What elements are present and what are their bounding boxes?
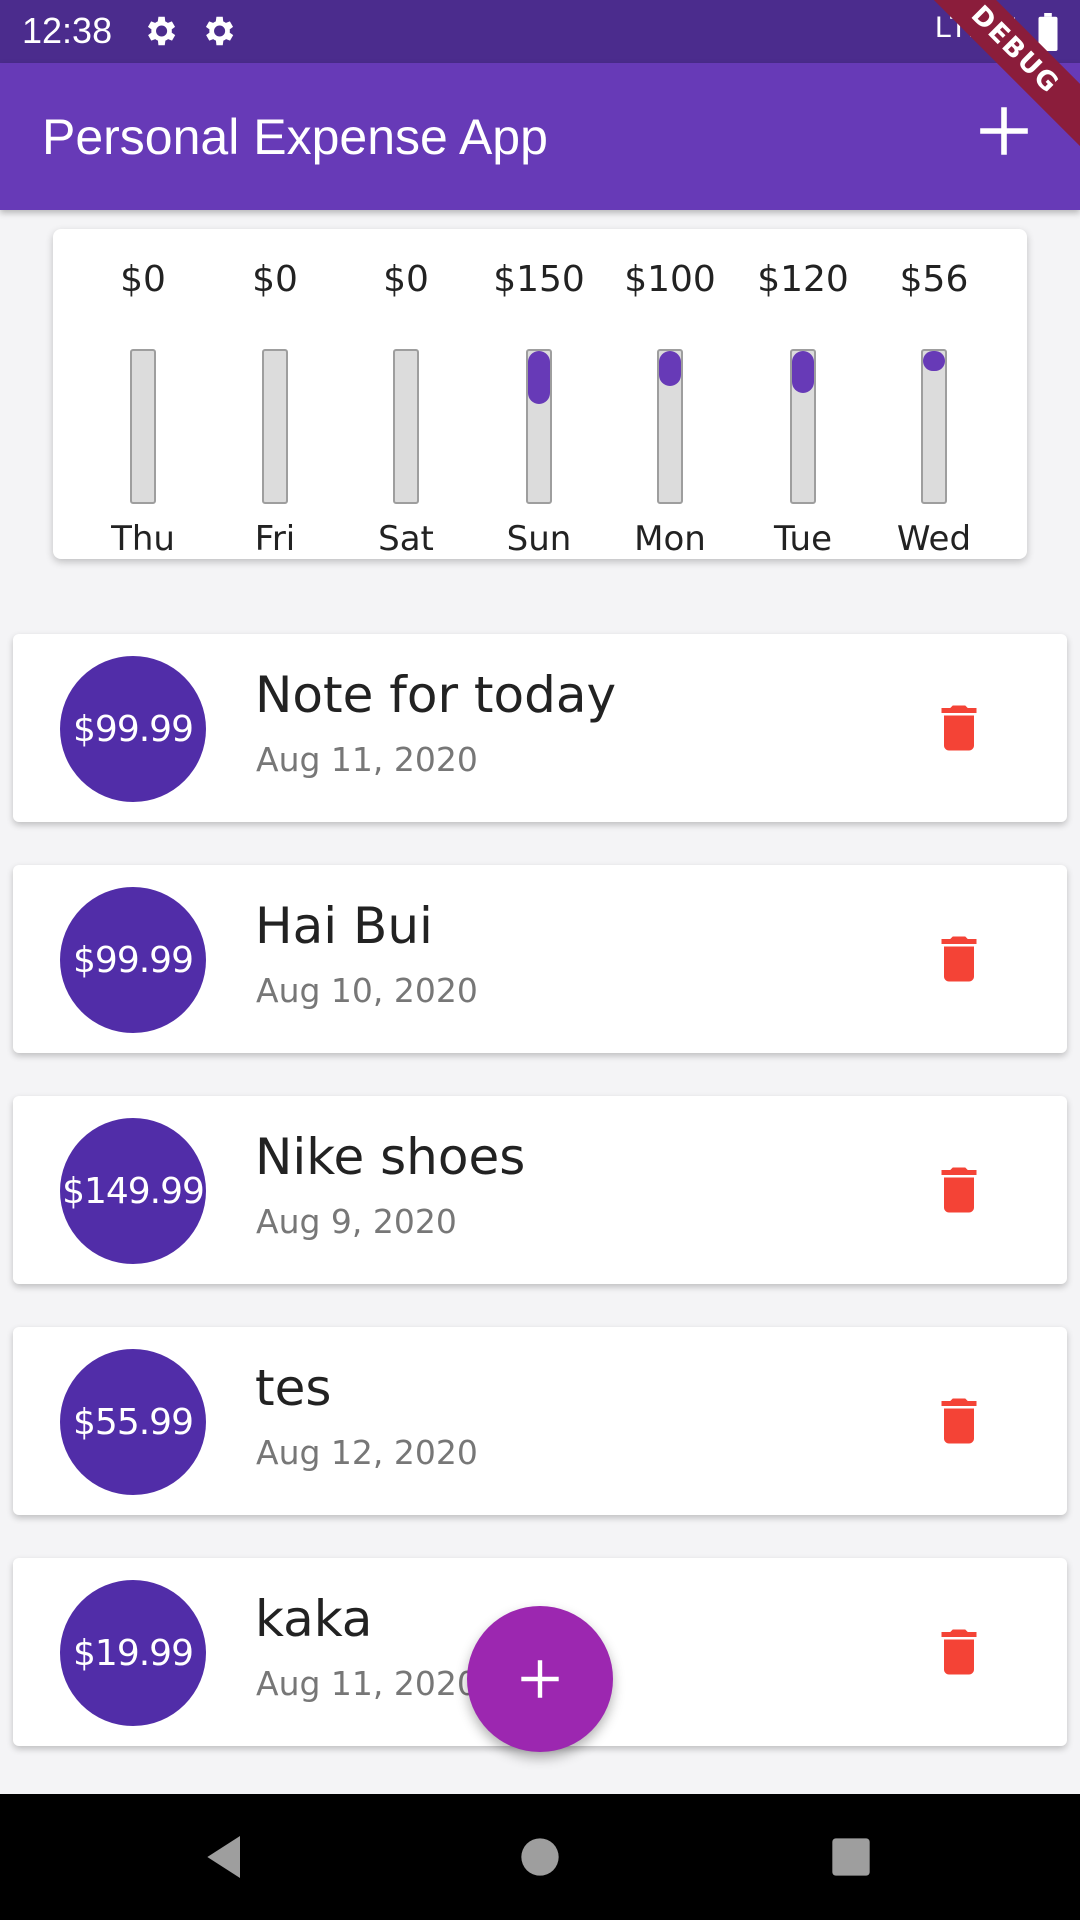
transaction-date: Aug 9, 2020 [256,1202,457,1241]
gear-icon [205,16,234,46]
bar-amount: $0 [120,259,166,300]
transaction-item: $99.99 Note for today Aug 11, 2020 [13,634,1067,822]
bar-amount: $120 [757,259,849,300]
amount-avatar: $99.99 [60,887,206,1033]
bar-day-label: Wed [896,519,972,559]
bar-day-label: Mon [634,519,706,559]
delete-button[interactable] [929,1622,989,1682]
amount-avatar: $19.99 [60,1580,206,1726]
delete-button[interactable] [929,1391,989,1451]
transaction-date: Aug 12, 2020 [256,1433,478,1472]
bar-track [921,349,947,504]
page-title: Personal Expense App [42,109,548,165]
transaction-item: $149.99 Nike shoes Aug 9, 2020 [13,1096,1067,1284]
add-transaction-fab[interactable] [467,1606,613,1752]
bar-track [130,349,156,504]
bar-fill [792,351,814,394]
amount-avatar: $55.99 [60,1349,206,1495]
bar-track [790,349,816,504]
bar-amount: $100 [624,259,716,300]
delete-button[interactable] [929,698,989,758]
status-bar: 12:38 LTE [0,0,1080,63]
transaction-date: Aug 11, 2020 [256,740,478,779]
bar-day-label: Tue [773,519,833,559]
bar-amount: $56 [899,259,969,300]
transaction-title: Note for today [255,666,617,724]
delete-button[interactable] [929,929,989,989]
transaction-date: Aug 11, 2020 [256,1664,478,1703]
recents-button[interactable] [823,1829,879,1885]
bar-amount: $0 [252,259,298,300]
bar-amount: $0 [383,259,429,300]
bar-day-label: Sat [378,519,434,559]
bar-fill [528,351,550,404]
bar-day-label: Fri [254,519,296,559]
transaction-title: kaka [255,1590,373,1648]
bar-track [262,349,288,504]
add-button[interactable] [976,103,1032,159]
bar-track [657,349,683,504]
bar-amount: $150 [493,259,585,300]
bar-track [526,349,552,504]
home-button[interactable] [512,1829,568,1885]
amount-avatar: $99.99 [60,656,206,802]
amount-avatar: $149.99 [60,1118,206,1264]
gear-icon [147,16,176,46]
delete-button[interactable] [929,1160,989,1220]
transaction-title: Hai Bui [255,897,433,955]
app-bar: Personal Expense App [0,63,1080,210]
transaction-item: $99.99 Hai Bui Aug 10, 2020 [13,865,1067,1053]
bar-fill [659,351,681,386]
plus-icon [521,1660,559,1698]
transaction-item: $55.99 tes Aug 12, 2020 [13,1327,1067,1515]
transaction-title: tes [255,1359,332,1417]
system-nav-bar [0,1794,1080,1920]
weekly-chart: $0 Thu $0 Fri $0 Sat $150 Sun $100 Mon $… [53,229,1027,559]
bar-day-label: Sun [506,519,572,559]
bar-day-label: Thu [111,519,175,559]
transaction-title: Nike shoes [255,1128,526,1186]
back-button[interactable] [198,1829,254,1885]
transaction-date: Aug 10, 2020 [256,971,478,1010]
bar-track [393,349,419,504]
bar-fill [923,351,945,371]
status-time: 12:38 [22,10,113,51]
